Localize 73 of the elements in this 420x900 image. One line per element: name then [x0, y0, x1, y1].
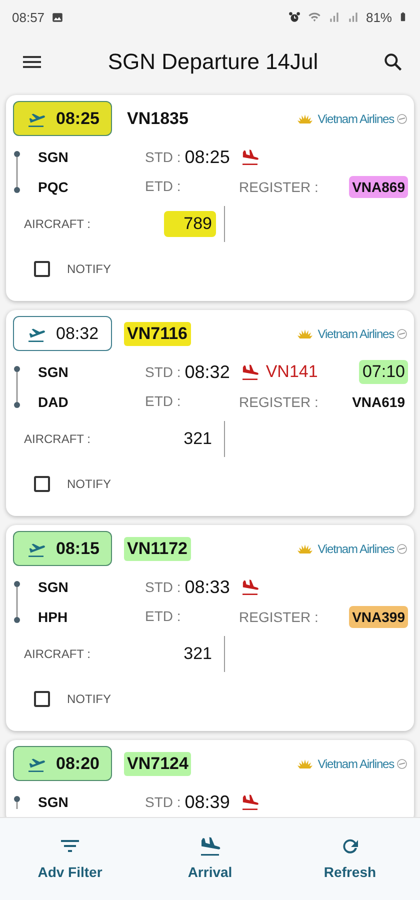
landing-icon — [240, 792, 260, 812]
flight-number: VN1172 — [124, 536, 190, 560]
search-icon[interactable] — [382, 51, 404, 73]
aircraft-label: AIRCRAFT : — [24, 647, 92, 661]
status-time: 08:57 — [12, 10, 45, 24]
battery-icon — [398, 10, 408, 24]
notify-label: NOTIFY — [67, 262, 111, 276]
nav-button[interactable]: Adv Filter — [20, 832, 120, 882]
origin-code: SGN — [37, 149, 70, 165]
etd-label: ETD : — [145, 393, 181, 409]
std-time: 08:25 — [184, 146, 230, 168]
flight-number: VN1835 — [126, 108, 190, 130]
signal-icon — [328, 10, 341, 24]
arrival-flight-number: VN141 — [266, 362, 318, 382]
flight-number: VN7124 — [124, 752, 192, 776]
screen-title: SGN Departure 14Jul — [106, 49, 320, 75]
registration: VNA619 — [351, 393, 406, 412]
origin-code: SGN — [37, 364, 70, 380]
landing-icon — [240, 147, 260, 167]
aircraft-label: AIRCRAFT : — [24, 432, 92, 446]
image-icon — [50, 10, 64, 24]
flight-card[interactable]: 08:15 VN1172 Vietnam Airlines SGN STD : 08:33 HPH ETD : REGISTER : VNA399 AIRCRAFT : 321 NOTIFY — [6, 525, 414, 731]
alarm-icon — [288, 10, 301, 24]
notify-label: NOTIFY — [67, 692, 111, 706]
aircraft-label: AIRCRAFT : — [24, 217, 92, 231]
notify-label: NOTIFY — [67, 477, 111, 491]
flight-card[interactable]: 08:20 VN7124 Vietnam Airlines SGN STD : 08:39 — [6, 740, 414, 817]
std-label: STD : — [145, 149, 181, 165]
battery-percentage: 81% — [366, 10, 392, 24]
nav-button[interactable]: Arrival — [160, 832, 260, 882]
destination-code: DAD — [37, 394, 70, 410]
std-time: 08:39 — [184, 792, 230, 812]
origin-code: SGN — [37, 794, 70, 810]
airline-name: Vietnam Airlines — [318, 112, 394, 126]
register-label: REGISTER : — [239, 394, 318, 410]
std-label: STD : — [145, 364, 181, 380]
landing-icon — [198, 834, 222, 858]
register-label: REGISTER : — [239, 179, 318, 195]
flight-number: VN7116 — [124, 322, 190, 346]
wifi-icon — [306, 10, 322, 24]
notify-checkbox[interactable] — [34, 476, 50, 492]
std-label: STD : — [145, 579, 181, 595]
etd-label: ETD : — [145, 608, 181, 624]
std-time: 08:32 — [184, 362, 230, 382]
landing-icon — [240, 577, 260, 597]
origin-code: SGN — [37, 579, 70, 595]
notify-checkbox[interactable] — [34, 261, 50, 277]
nav-button[interactable]: Refresh — [300, 832, 400, 882]
destination-code: HPH — [37, 609, 69, 625]
destination-code: PQC — [37, 179, 70, 195]
arrival-time: 07:10 — [359, 360, 408, 384]
departure-time-badge: 08:32 — [13, 316, 112, 351]
registration: VNA399 — [349, 606, 408, 628]
departure-time-badge: 08:15 — [13, 531, 112, 566]
etd-label: ETD : — [145, 178, 181, 194]
register-label: REGISTER : — [239, 609, 318, 625]
airline-name: Vietnam Airlines — [318, 326, 394, 340]
aircraft-type: 321 — [182, 428, 213, 450]
aircraft-type: 321 — [182, 643, 213, 665]
route-line-icon — [13, 796, 21, 809]
departure-time-badge: 08:25 — [13, 101, 112, 136]
departure-time-badge: 08:20 — [13, 746, 112, 781]
signal-icon — [346, 10, 360, 24]
flight-card[interactable]: 08:25 VN1835 Vietnam Airlines SGN STD : 08:25 PQC ETD : REGISTER : VNA869 AIRCRAFT : 789 NOTIFY — [6, 95, 414, 301]
registration: VNA869 — [349, 176, 408, 198]
airline-name: Vietnam Airlines — [318, 542, 394, 556]
aircraft-type: 789 — [164, 211, 216, 237]
landing-icon — [240, 362, 260, 382]
std-time: 08:33 — [184, 576, 230, 598]
flight-card[interactable]: 08:32 VN7116 Vietnam Airlines SGN STD : 08:32 VN141 07:10 DAD ETD : REGISTER : VNA619 AIRCRAFT : 321 NOTIFY — [6, 310, 414, 516]
notify-checkbox[interactable] — [34, 691, 50, 707]
airline-name: Vietnam Airlines — [318, 756, 394, 770]
std-label: STD : — [145, 794, 181, 810]
